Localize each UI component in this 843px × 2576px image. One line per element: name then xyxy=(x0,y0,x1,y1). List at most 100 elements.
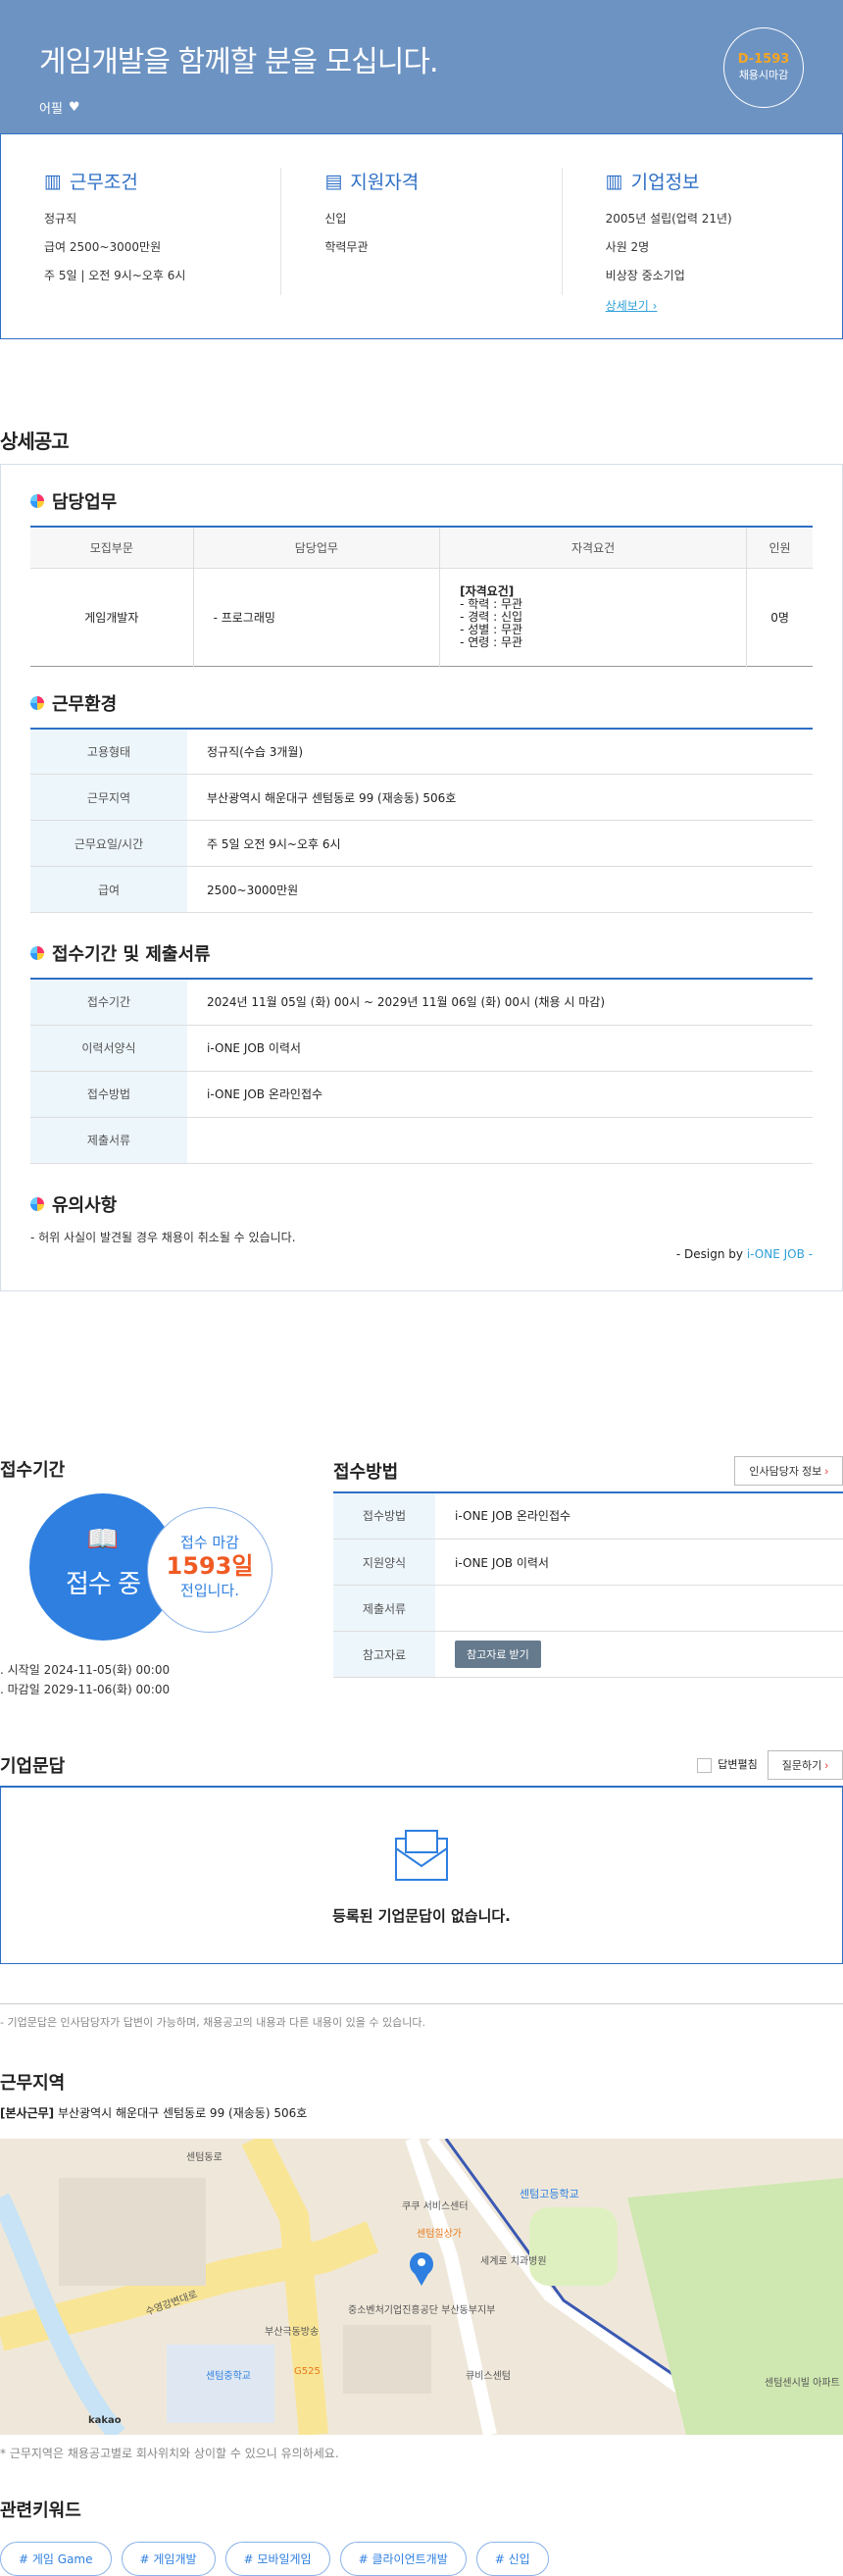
keyword-tag[interactable]: # 모바일게임 xyxy=(224,2541,330,2576)
qual-item: 학력무관 xyxy=(324,240,369,254)
row-value xyxy=(187,1117,813,1164)
duty-table: 모집부문 담당업무 자격요건 인원 게임개발자 - 프로그래밍 [자격요건] - 학력 … xyxy=(30,526,813,667)
req-title: [자격요건] xyxy=(460,583,515,598)
row-value: 부산광역시 해운대구 센텀동로 99 (재송동) 506호 xyxy=(187,774,813,821)
duty-title: 담당업무 xyxy=(52,492,118,513)
row-label: 제출서류 xyxy=(333,1585,435,1632)
qa-tools: 답변펼침 질문하기 › xyxy=(697,1749,843,1780)
req-line: - 경력 : 신입 xyxy=(460,609,523,624)
row-label: 제출서류 xyxy=(30,1117,187,1164)
keyword-tag[interactable]: # 신입 xyxy=(475,2541,549,2576)
qualifications: ▤ 지원자격 신입 학력무관 xyxy=(281,168,563,295)
method-header: 접수방법 인사담당자 정보 › xyxy=(333,1455,843,1493)
chevron-right-icon: › xyxy=(824,1465,828,1478)
keyword-tag[interactable]: # 게임 Game xyxy=(0,2541,112,2576)
apply-section: 접수기간 📖 접수 중 접수 마감 1593일 전입니다. . 시작일 2024-11… xyxy=(0,1455,843,1699)
download-button[interactable]: 참고자료 받기 xyxy=(455,1641,541,1668)
dday-value: D-1593 xyxy=(737,52,790,67)
envelope-icon xyxy=(395,1829,448,1881)
qa-empty-text: 등록된 기업문답이 없습니다. xyxy=(332,1906,511,1925)
col-header: 담당업무 xyxy=(193,527,441,569)
design-credit: - Design by i-ONE JOB - xyxy=(30,1247,813,1261)
hr-info-label: 인사담당자 정보 xyxy=(749,1465,822,1478)
row-label: 지원양식 xyxy=(333,1539,435,1586)
company-item: 사원 2명 xyxy=(605,240,650,254)
detail-title: 상세공고 xyxy=(0,429,70,453)
row-value: 정규직(수습 3개월) xyxy=(187,728,813,775)
location-label: [본사근무] xyxy=(0,2105,55,2120)
address-text: 부산광역시 해운대구 센텀동로 99 (재송동) 506호 xyxy=(57,2105,308,2120)
caution-title: 유의사항 xyxy=(52,1194,118,1216)
job-title: 게임개발을 함께할 분을 모십니다. xyxy=(39,45,439,79)
method-table: 접수방법 i-ONE JOB 온라인접수 지원양식 i-ONE JOB 이력서 제출… xyxy=(333,1492,843,1678)
map-canvas: 센텀동로 센텀고등학교 쿠쿠 서비스센터 센텀힐상가 부산극동방송 중소벤처기업… xyxy=(0,2138,843,2435)
checkbox[interactable] xyxy=(697,1757,713,1773)
appeal-label: 어필 xyxy=(39,102,63,117)
job-summary: ▥ 근무조건 정규직 급여 2500~3000만원 주 5일 | 오전 9시~오후… xyxy=(0,133,843,339)
apply-period: 접수기간 📖 접수 중 접수 마감 1593일 전입니다. . 시작일 2024-11… xyxy=(0,1456,294,1699)
bullet-icon xyxy=(30,494,44,508)
more-label: 상세보기 xyxy=(605,299,649,313)
deadline-circle: 접수 마감 1593일 전입니다. xyxy=(147,1506,273,1633)
dday-sub: 채용시마감 xyxy=(738,69,789,81)
company-icon: ▥ xyxy=(605,170,623,192)
duty-count: 0명 xyxy=(770,610,789,625)
bullet-icon xyxy=(30,1196,44,1211)
qual-title: 지원자격 xyxy=(350,172,420,193)
map-label: 센텀고등학교 xyxy=(520,2188,579,2200)
row-value: 참고자료 받기 xyxy=(435,1631,843,1678)
row-label: 고용형태 xyxy=(30,728,187,775)
qa-note: - 기업문답은 인사담당자가 답변이 가능하며, 채용공고의 내용과 다른 내용… xyxy=(0,2002,843,2030)
hr-info-button[interactable]: 인사담당자 정보 › xyxy=(734,1455,843,1486)
work-conditions: ▥ 근무조건 정규직 급여 2500~3000만원 주 5일 | 오전 9시~오후… xyxy=(1,168,282,295)
map[interactable]: 센텀동로 센텀고등학교 쿠쿠 서비스센터 센텀힐상가 부산극동방송 중소벤처기업… xyxy=(0,2138,843,2435)
apply-title: 접수기간 및 제출서류 xyxy=(52,944,211,965)
col-header: 인원 xyxy=(746,527,813,569)
row-value: i-ONE JOB 이력서 xyxy=(187,1025,813,1072)
row-label: 이력서양식 xyxy=(30,1025,187,1072)
duty-task: - 프로그래밍 xyxy=(193,568,441,666)
company-more-link[interactable]: 상세보기 › xyxy=(606,299,658,313)
map-label: 세계로 치과병원 xyxy=(480,2255,547,2267)
appeal-button[interactable]: 어필 ♥ xyxy=(39,98,804,117)
keyword-list: # 게임 Game # 게임개발 # 모바일게임 # 클라이언트개발 # 신입 xyxy=(0,2541,843,2576)
keywords-title: 관련키워드 xyxy=(0,2500,81,2521)
building-icon: ▥ xyxy=(44,170,62,192)
company-item: 비상장 중소기업 xyxy=(605,269,685,282)
bullet-icon xyxy=(30,695,44,710)
detail-posting: 담당업무 모집부문 담당업무 자격요건 인원 게임개발자 - 프로그래밍 [자격요건]… xyxy=(0,464,843,1291)
dday-badge: D-1593 채용시마감 xyxy=(723,27,804,108)
ask-button[interactable]: 질문하기 › xyxy=(767,1749,843,1780)
row-label: 급여 xyxy=(30,866,187,913)
row-value: i-ONE JOB 온라인접수 xyxy=(435,1492,843,1540)
duty-part: 게임개발자 xyxy=(30,568,194,666)
map-note: * 근무지역은 채용공고별로 회사위치와 상이할 수 있으니 유의하세요. xyxy=(0,2446,339,2460)
keywords: 관련키워드 # 게임 Game # 게임개발 # 모바일게임 # 클라이언트개발… xyxy=(0,2497,843,2576)
env-title: 근무환경 xyxy=(52,693,118,715)
req-line: - 성별 : 무관 xyxy=(460,622,523,636)
bullet-icon xyxy=(30,946,44,960)
apply-table: 접수기간 2024년 11월 05일 (화) 00시 ~ 2029년 11월 06… xyxy=(30,978,813,1164)
answer-expand-toggle[interactable]: 답변펼침 xyxy=(697,1756,758,1773)
location-title: 근무지역 xyxy=(0,2072,66,2094)
row-value: i-ONE JOB 온라인접수 xyxy=(187,1071,813,1118)
work-item: 정규직 xyxy=(44,212,77,226)
map-label: 큐비스센텀 xyxy=(466,2370,511,2382)
deadline-days: 1593일 xyxy=(166,1551,254,1580)
keyword-tag[interactable]: # 클라이언트개발 xyxy=(339,2541,467,2576)
deadline-label: 접수 마감 xyxy=(180,1533,239,1551)
row-label: 접수기간 xyxy=(30,979,187,1026)
keyword-tag[interactable]: # 게임개발 xyxy=(121,2541,216,2576)
location-section: 근무지역 [본사근무] 부산광역시 해운대구 센텀동로 99 (재송동) 506… xyxy=(0,2069,843,2461)
req-line: - 학력 : 무관 xyxy=(460,596,523,611)
row-label: 접수방법 xyxy=(30,1071,187,1118)
row-label: 접수방법 xyxy=(333,1492,435,1540)
qa-title: 기업문답 xyxy=(0,1755,66,1777)
row-value: 2024년 11월 05일 (화) 00시 ~ 2029년 11월 06일 (화… xyxy=(187,979,813,1026)
req-line: - 연령 : 무관 xyxy=(460,634,523,649)
row-value: 주 5일 오전 9시~오후 6시 xyxy=(187,820,813,867)
map-label: 센텀동로 xyxy=(186,2151,223,2163)
row-label: 참고자료 xyxy=(333,1631,435,1678)
chevron-right-icon: › xyxy=(824,1759,828,1772)
qa-header: 기업문답 답변펼침 질문하기 › xyxy=(0,1749,843,1788)
